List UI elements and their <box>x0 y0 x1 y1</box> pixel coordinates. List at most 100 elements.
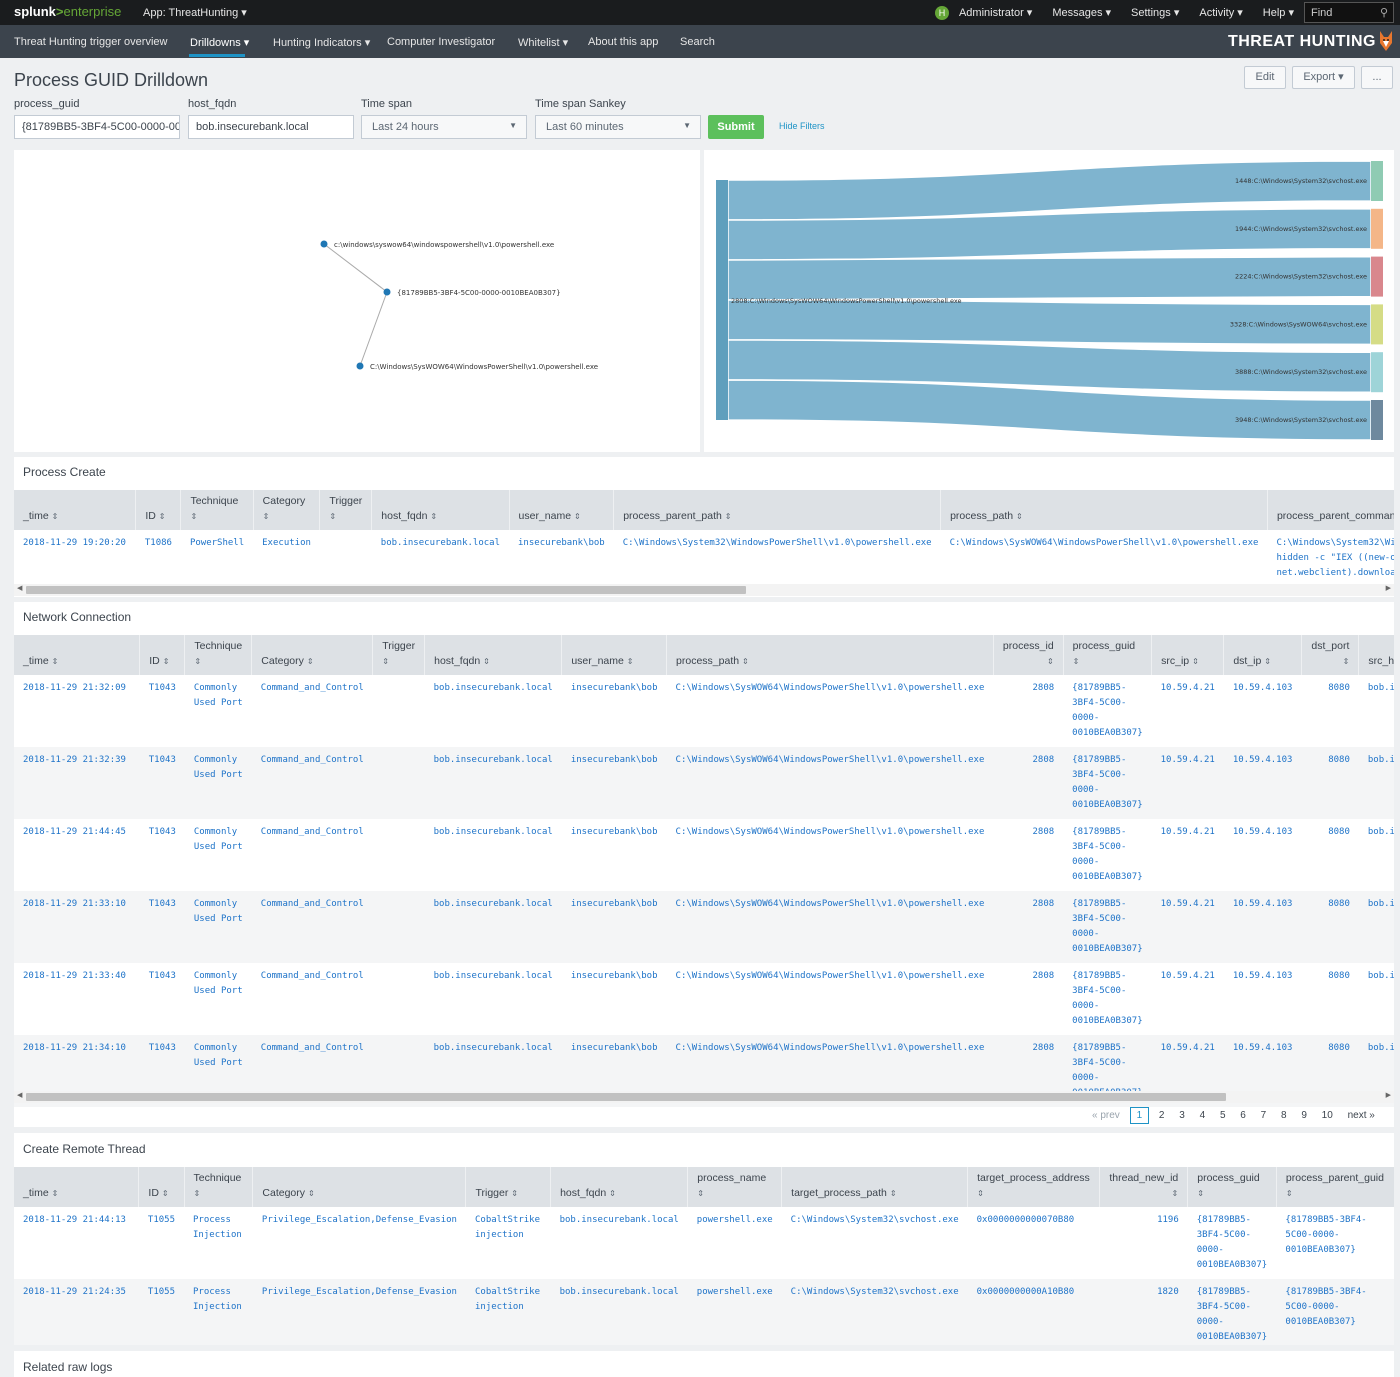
col-header[interactable]: dst_port ⇕ <box>1300 635 1359 675</box>
edit-button[interactable]: Edit <box>1244 66 1286 89</box>
cell-technique[interactable]: PowerShell <box>181 530 253 587</box>
cell-path[interactable]: C:\Windows\SysWOW64\WindowsPowerShell\v1… <box>667 963 994 1035</box>
col-header[interactable]: target_process_address ⇕ <box>967 1167 1100 1207</box>
cell-category[interactable]: Command_and_Control <box>251 747 373 819</box>
sankey-target-node[interactable] <box>1371 256 1383 297</box>
cell-src-ip[interactable]: 10.59.4.21 <box>1151 891 1224 963</box>
cell-category[interactable]: Privilege_Escalation,Defense_Evasion <box>253 1207 466 1279</box>
col-header[interactable]: _time ⇕ <box>14 635 140 675</box>
cell-user[interactable]: insecurebank\bob <box>509 530 614 587</box>
col-header[interactable]: Trigger ⇕ <box>372 635 425 675</box>
col-header[interactable]: src_ip ⇕ <box>1151 635 1224 675</box>
col-header[interactable]: Category ⇕ <box>252 1167 466 1207</box>
cell-parent-guid[interactable]: {81789BB5-3BF4- 5C00-0000- 0010BEA0B307} <box>1276 1207 1394 1279</box>
menu-administrator[interactable]: Administrator ▾ <box>959 6 1032 19</box>
pager-page[interactable]: 1 <box>1129 1107 1150 1124</box>
sankey-target-node[interactable] <box>1371 304 1383 345</box>
col-header[interactable]: ID ⇕ <box>139 635 185 675</box>
cell-pid[interactable]: 2808 <box>993 675 1063 747</box>
sankey-source-node[interactable] <box>716 180 728 420</box>
nav-search[interactable]: Search <box>680 36 715 48</box>
nav-computer-investigator[interactable]: Computer Investigator <box>387 36 495 48</box>
cell-guid[interactable]: {81789BB5- 3BF4-5C00- 0000- 0010BEA0B307} <box>1187 1279 1277 1345</box>
cell-path[interactable]: C:\Windows\SysWOW64\WindowsPowerShell\v1… <box>666 747 994 819</box>
nav-about[interactable]: About this app <box>588 36 658 48</box>
pager-prev[interactable]: « prev <box>1092 1110 1120 1121</box>
table-row[interactable]: 2018-11-29 21:44:13 T1055 Process Injection… <box>14 1207 1394 1279</box>
col-header[interactable]: host_fqdn ⇕ <box>424 635 562 675</box>
cell-technique[interactable]: Commonly Used Port <box>185 675 252 747</box>
col-header[interactable]: thread_new_id ⇕ <box>1098 1167 1188 1207</box>
sankey-span-select[interactable]: Last 60 minutes ▼ <box>535 115 701 139</box>
cell-path[interactable]: C:\Windows\SysWOW64\WindowsPowerShell\v1… <box>941 530 1268 587</box>
cell-technique[interactable]: Process Injection <box>184 1207 253 1279</box>
nav-trigger-overview[interactable]: Threat Hunting trigger overview <box>14 36 167 48</box>
cell-dst-port[interactable]: 8080 <box>1301 747 1359 819</box>
cell-user[interactable]: insecurebank\bob <box>561 747 667 819</box>
col-header[interactable]: process_guid ⇕ <box>1187 1167 1277 1207</box>
cell-parent-path[interactable]: C:\Windows\System32\WindowsPowerShell\v1… <box>614 530 941 587</box>
cell-path[interactable]: C:\Windows\SysWOW64\WindowsPowerShell\v1… <box>666 891 994 963</box>
menu-messages[interactable]: Messages ▾ <box>1052 6 1111 19</box>
cell-category[interactable]: Privilege_Escalation,Defense_Evasion <box>252 1279 466 1345</box>
table-row[interactable]: 2018-11-29 19:20:20 T1086 PowerShell Exe… <box>14 530 1394 587</box>
cell-host[interactable]: bob.insecurebank.local <box>425 675 562 747</box>
cell-src-host[interactable]: bob.inse <box>1358 891 1394 963</box>
app-menu[interactable]: App: ThreatHunting ▾ <box>143 6 247 19</box>
cell-host[interactable]: bob.insecurebank.local <box>425 819 562 891</box>
cell-category[interactable]: Command_and_Control <box>252 963 373 1035</box>
cell-id[interactable]: T1043 <box>140 675 185 747</box>
hide-filters-link[interactable]: Hide Filters <box>779 121 825 131</box>
col-header[interactable]: ID ⇕ <box>135 490 181 530</box>
col-header[interactable]: target_process_path ⇕ <box>781 1167 968 1207</box>
table-row[interactable]: 2018-11-29 21:44:45 T1043 Commonly Used Por… <box>14 819 1394 891</box>
cell-dst-ip[interactable]: 10.59.4.103 <box>1223 891 1302 963</box>
col-header[interactable]: Trigger ⇕ <box>319 490 372 530</box>
cell-id[interactable]: T1055 <box>138 1279 185 1345</box>
cell-time[interactable]: 2018-11-29 19:20:20 <box>14 530 136 587</box>
cell-process-name[interactable]: powershell.exe <box>688 1207 782 1279</box>
col-header[interactable]: Technique ⇕ <box>183 1167 253 1207</box>
nav-whitelist[interactable]: Whitelist ▾ <box>518 36 568 49</box>
cell-host[interactable]: bob.insecurebank.local <box>551 1207 688 1279</box>
cell-dst-ip[interactable]: 10.59.4.103 <box>1224 963 1302 1035</box>
cell-trigger[interactable] <box>373 675 425 747</box>
cell-host[interactable]: bob.insecurebank.local <box>424 747 562 819</box>
cell-id[interactable]: T1043 <box>139 747 185 819</box>
cell-trigger[interactable] <box>320 530 372 587</box>
col-header[interactable]: dst_ip ⇕ <box>1223 635 1302 675</box>
col-header[interactable]: Technique ⇕ <box>180 490 254 530</box>
cell-time[interactable]: 2018-11-29 21:33:40 <box>14 963 140 1035</box>
cell-dst-ip[interactable]: 10.59.4.103 <box>1224 675 1302 747</box>
process-guid-input[interactable]: {81789BB5-3BF4-5C00-0000-0010BEA0B307} <box>14 115 180 139</box>
scroll-left-icon[interactable]: ◀ <box>17 1091 22 1099</box>
pager-page[interactable]: 9 <box>1301 1110 1307 1121</box>
host-fqdn-input[interactable]: bob.insecurebank.local <box>188 115 354 139</box>
col-header[interactable]: process_guid ⇕ <box>1062 635 1152 675</box>
cell-time[interactable]: 2018-11-29 21:44:13 <box>14 1207 139 1279</box>
cell-technique[interactable]: Process Injection <box>184 1279 253 1345</box>
scroll-thumb[interactable] <box>26 1093 1226 1101</box>
pager-page[interactable]: 10 <box>1322 1110 1333 1121</box>
cell-pid[interactable]: 2808 <box>993 891 1064 963</box>
table-row[interactable]: 2018-11-29 21:24:35 T1055 Process Injection… <box>14 1279 1394 1345</box>
col-header[interactable]: user_name ⇕ <box>561 635 667 675</box>
cell-host[interactable]: bob.insecurebank.local <box>550 1279 688 1345</box>
cell-trigger[interactable] <box>373 963 425 1035</box>
cell-src-host[interactable]: bob.inse <box>1359 819 1394 891</box>
time-span-select[interactable]: Last 24 hours ▼ <box>361 115 527 139</box>
submit-button[interactable]: Submit <box>708 115 764 139</box>
cell-src-host[interactable]: bob.inse <box>1358 747 1394 819</box>
cell-user[interactable]: insecurebank\bob <box>562 675 667 747</box>
col-header[interactable]: src_host <box>1358 635 1394 675</box>
cell-time[interactable]: 2018-11-29 21:24:35 <box>14 1279 139 1345</box>
col-header[interactable]: process_parent_path ⇕ <box>613 490 941 530</box>
cell-id[interactable]: T1055 <box>139 1207 184 1279</box>
pager-page[interactable]: 2 <box>1159 1110 1165 1121</box>
cell-time[interactable]: 2018-11-29 21:44:45 <box>14 819 140 891</box>
cell-parent-cmd[interactable]: C:\Windows\System32\Windo hidden -c "IEX … <box>1267 530 1394 587</box>
sankey-target-node[interactable] <box>1371 352 1383 393</box>
pager-page[interactable]: 6 <box>1240 1110 1246 1121</box>
cell-id[interactable]: T1043 <box>139 891 185 963</box>
cell-category[interactable]: Command_and_Control <box>251 891 373 963</box>
